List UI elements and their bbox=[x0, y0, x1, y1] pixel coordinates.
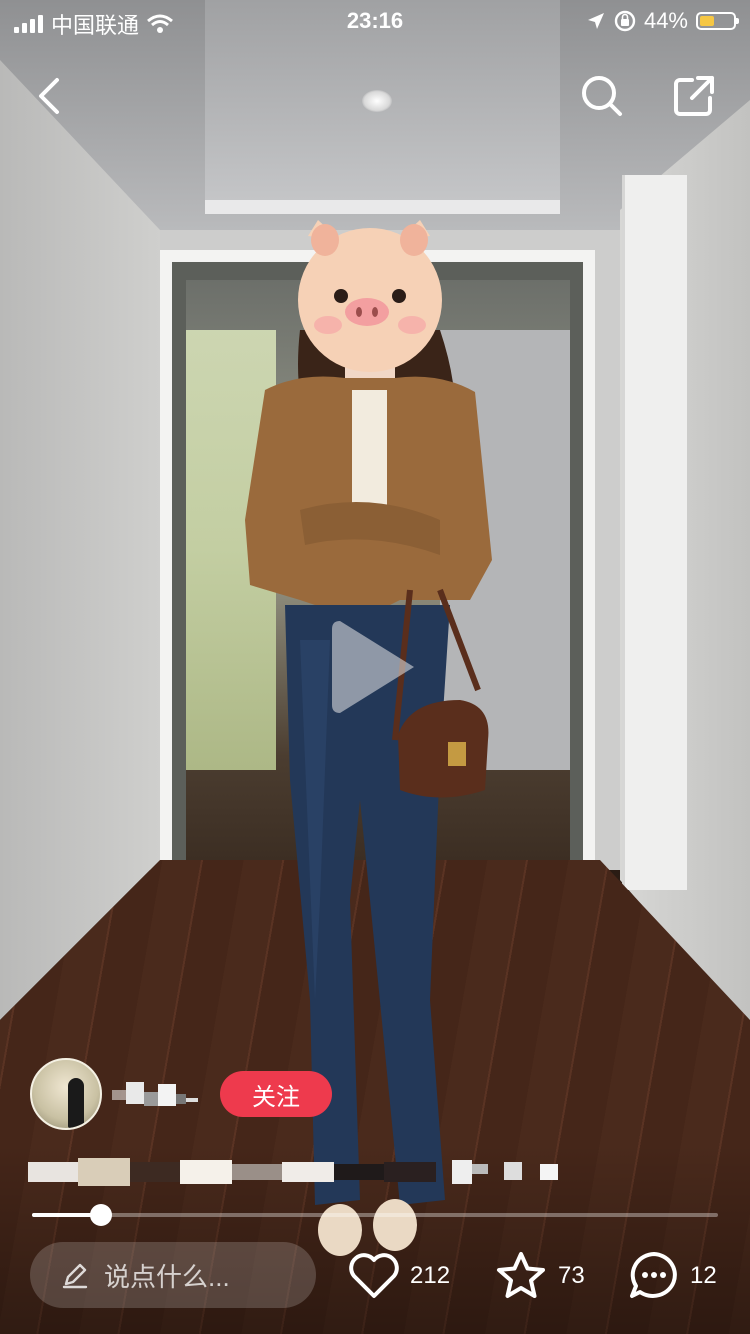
follow-button[interactable]: 关注 bbox=[220, 1071, 332, 1117]
share-icon bbox=[674, 76, 714, 116]
search-button[interactable] bbox=[576, 70, 628, 122]
pencil-icon bbox=[62, 1263, 88, 1289]
like-count: 212 bbox=[410, 1262, 451, 1289]
location-arrow-icon bbox=[587, 13, 604, 29]
chat-bubble-icon bbox=[630, 1252, 677, 1298]
comment-placeholder: 说点什么... bbox=[104, 1261, 230, 1292]
comment-input[interactable]: 说点什么... bbox=[30, 1242, 316, 1308]
favorite-count: 73 bbox=[558, 1262, 585, 1289]
search-icon bbox=[582, 76, 622, 116]
author-avatar[interactable] bbox=[30, 1058, 102, 1130]
battery-level bbox=[700, 16, 714, 26]
comment-button[interactable]: 12 bbox=[628, 1250, 717, 1302]
chevron-left-icon bbox=[39, 78, 59, 114]
caption-pixelated bbox=[28, 1158, 558, 1186]
favorite-button[interactable]: 73 bbox=[494, 1250, 585, 1302]
like-button[interactable]: 212 bbox=[348, 1250, 450, 1302]
comment-count: 12 bbox=[690, 1262, 717, 1289]
avatar-figure bbox=[68, 1078, 84, 1128]
rotation-lock-icon bbox=[614, 10, 636, 32]
play-icon[interactable] bbox=[330, 615, 420, 719]
back-button[interactable] bbox=[24, 70, 76, 122]
battery-icon bbox=[696, 12, 739, 30]
battery-percent: 44% bbox=[643, 8, 688, 33]
video-progress-bar[interactable] bbox=[32, 1204, 718, 1226]
heart-icon bbox=[349, 1253, 399, 1298]
status-right: 44% bbox=[586, 8, 739, 34]
status-bar: 中国联通 23:16 44% bbox=[0, 0, 750, 40]
star-icon bbox=[497, 1252, 545, 1298]
share-button[interactable] bbox=[668, 70, 720, 122]
progress-scrubber[interactable] bbox=[90, 1204, 112, 1226]
author-name-pixelated[interactable] bbox=[112, 1080, 198, 1110]
